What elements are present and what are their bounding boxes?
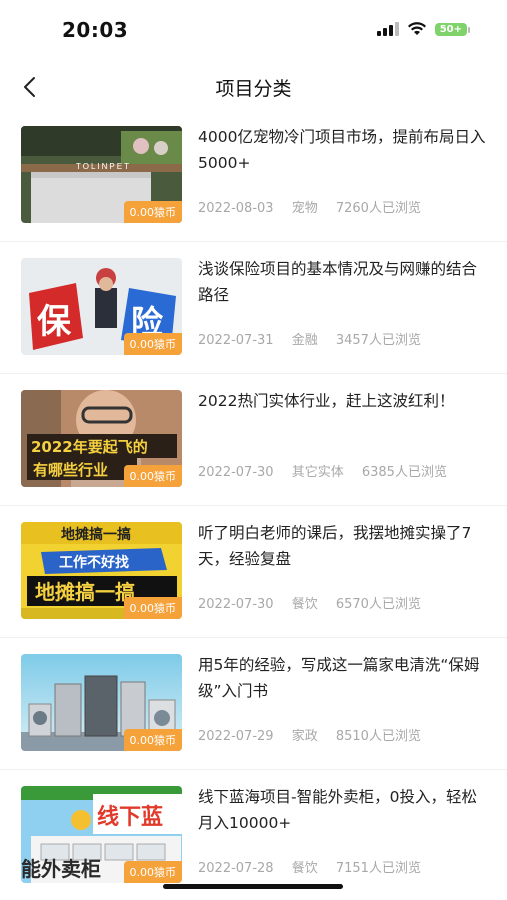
item-title: 4000亿宠物冷门项目市场，提前布局日入5000+ xyxy=(198,128,486,172)
item-meta: 2022-08-03 宠物 7260人已浏览 xyxy=(198,198,490,220)
price-badge: 0.00猿币 xyxy=(123,729,182,751)
item-date: 2022-07-30 xyxy=(198,597,274,612)
item-category: 餐饮 xyxy=(291,861,318,876)
home-indicator xyxy=(163,884,343,889)
wifi-icon xyxy=(407,22,426,35)
item-date: 2022-07-28 xyxy=(198,861,274,876)
status-icons: 50+ xyxy=(376,22,471,36)
price-badge: 0.00猿币 xyxy=(123,465,182,487)
item-thumbnail: 地摊搞一搞 工作不好找 地摊搞一搞 0.00猿币 xyxy=(21,522,182,619)
item-title: 浅谈保险项目的基本情况及与网赚的结合路径 xyxy=(198,260,478,304)
item-title: 用5年的经验，写成这一篇家电清洗“保姆级”入门书 xyxy=(198,656,480,700)
thumb-text-bao: 保 xyxy=(37,302,72,342)
thumb-text-bottom: 地摊搞一搞 xyxy=(35,580,135,604)
item-meta: 2022-07-28 餐饮 7151人已浏览 xyxy=(198,858,490,880)
status-time: 20:03 xyxy=(62,18,129,42)
item-category: 金融 xyxy=(291,333,318,348)
svg-text:TOLINPET: TOLINPET xyxy=(76,162,131,171)
thumb-text-bottom: 能外卖柜 xyxy=(21,857,101,881)
list-item[interactable]: 2022年要起飞的 有哪些行业 0.00猿币 2022热门实体行业，赶上这波红利… xyxy=(0,374,507,506)
status-bar: 20:03 50+ xyxy=(0,0,507,60)
item-title: 听了明白老师的课后，我摆地摊实操了7天，经验复盘 xyxy=(198,524,472,568)
item-thumbnail: 保 险 0.00猿币 xyxy=(21,258,182,355)
item-category: 宠物 xyxy=(291,201,318,216)
project-list: TOLINPET 0.00猿币 4000亿宠物冷门项目市场，提前布局日入5000… xyxy=(0,110,507,900)
thumb-text-line1: 2022年要起飞的 xyxy=(31,438,148,456)
battery-indicator: 50+ xyxy=(434,22,471,36)
list-item[interactable]: 线下蓝 能外卖柜 0.00猿币 线下蓝海项目-智能外卖柜，0投入，轻松月入100… xyxy=(0,770,507,900)
page-title: 项目分类 xyxy=(215,78,292,100)
item-thumbnail: 线下蓝 能外卖柜 0.00猿币 xyxy=(21,786,182,883)
item-date: 2022-07-29 xyxy=(198,729,274,744)
signal-icon xyxy=(376,22,399,36)
list-item[interactable]: 保 险 0.00猿币 浅谈保险项目的基本情况及与网赚的结合路径 2022-07-… xyxy=(0,242,507,374)
list-item[interactable]: 地摊搞一搞 工作不好找 地摊搞一搞 0.00猿币 听了明白老师的课后，我摆地摊实… xyxy=(0,506,507,638)
thumb-text-line2: 有哪些行业 xyxy=(33,461,108,479)
thumb-text-mid: 工作不好找 xyxy=(59,554,129,571)
thumb-text-top: 地摊搞一搞 xyxy=(61,526,131,543)
item-thumbnail: TOLINPET 0.00猿币 xyxy=(21,126,182,223)
item-views: 6570人已浏览 xyxy=(335,597,421,612)
item-date: 2022-08-03 xyxy=(198,201,274,216)
item-meta: 2022-07-31 金融 3457人已浏览 xyxy=(198,330,490,352)
item-category: 其它实体 xyxy=(291,465,344,480)
nav-bar: 项目分类 xyxy=(0,60,507,114)
item-meta: 2022-07-30 餐饮 6570人已浏览 xyxy=(198,594,490,616)
price-badge: 0.00猿币 xyxy=(123,333,182,355)
item-views: 3457人已浏览 xyxy=(335,333,421,348)
price-badge: 0.00猿币 xyxy=(123,201,182,223)
item-views: 8510人已浏览 xyxy=(335,729,421,744)
item-views: 7151人已浏览 xyxy=(335,861,421,876)
item-views: 7260人已浏览 xyxy=(335,201,421,216)
price-badge: 0.00猿币 xyxy=(123,597,182,619)
price-badge: 0.00猿币 xyxy=(123,861,182,883)
item-title: 2022热门实体行业，赶上这波红利！ xyxy=(198,392,455,410)
item-views: 6385人已浏览 xyxy=(361,465,447,480)
item-meta: 2022-07-30 其它实体 6385人已浏览 xyxy=(198,462,490,484)
item-thumbnail: 0.00猿币 xyxy=(21,654,182,751)
item-date: 2022-07-31 xyxy=(198,333,274,348)
item-category: 餐饮 xyxy=(291,597,318,612)
item-title: 线下蓝海项目-智能外卖柜，0投入，轻松月入10000+ xyxy=(198,788,477,832)
list-item[interactable]: 0.00猿币 用5年的经验，写成这一篇家电清洗“保姆级”入门书 2022-07-… xyxy=(0,638,507,770)
item-date: 2022-07-30 xyxy=(198,465,274,480)
thumb-text-title: 线下蓝 xyxy=(97,804,163,830)
list-item[interactable]: TOLINPET 0.00猿币 4000亿宠物冷门项目市场，提前布局日入5000… xyxy=(0,110,507,242)
item-category: 家政 xyxy=(291,729,318,744)
item-thumbnail: 2022年要起飞的 有哪些行业 0.00猿币 xyxy=(21,390,182,487)
item-meta: 2022-07-29 家政 8510人已浏览 xyxy=(198,726,490,748)
